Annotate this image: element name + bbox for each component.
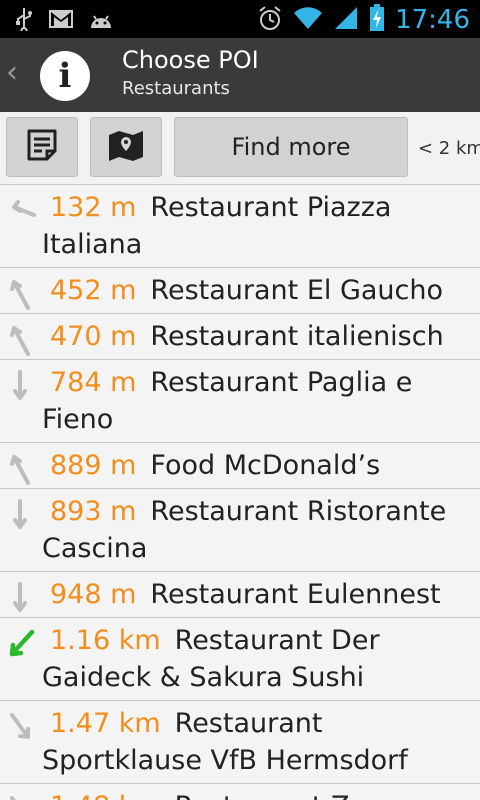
find-more-button[interactable]: Find more (174, 117, 408, 177)
list-item-text: 470 m Restaurant italienisch (0, 314, 480, 359)
list-item[interactable]: 1.48 km Restaurant Zum (0, 784, 480, 800)
wifi-icon (293, 5, 323, 35)
direction-arrow-icon (4, 322, 36, 356)
list-item[interactable]: 452 m Restaurant El Gaucho (0, 268, 480, 314)
info-icon[interactable]: i (40, 51, 90, 101)
list-item-text: 132 m Restaurant Piazza Italiana (0, 185, 480, 267)
list-item[interactable]: 948 m Restaurant Eulennest (0, 572, 480, 618)
poi-distance: 470 m (50, 321, 137, 352)
direction-arrow-icon (4, 497, 36, 531)
poi-distance: 1.48 km (42, 791, 161, 800)
poi-distance: 132 m (50, 192, 137, 223)
list-item[interactable]: 889 m Food McDonald’s (0, 443, 480, 489)
notes-icon (25, 128, 59, 166)
direction-arrow-icon (4, 626, 36, 660)
map-view-button[interactable] (90, 117, 162, 177)
list-item-text: 1.48 km Restaurant Zum (0, 784, 480, 800)
gmail-icon (48, 8, 74, 34)
poi-name: Restaurant Zum (175, 791, 393, 800)
poi-distance: 889 m (50, 450, 137, 481)
poi-distance: 1.16 km (50, 625, 161, 656)
list-item[interactable]: 470 m Restaurant italienisch (0, 314, 480, 360)
list-item[interactable]: 1.16 km Restaurant Der Gaideck & Sakura S… (0, 618, 480, 701)
list-item-text: 784 m Restaurant Paglia e Fieno (0, 360, 480, 442)
android-icon (88, 8, 114, 34)
map-marker-icon (107, 127, 145, 167)
clock: 17:46 (395, 5, 470, 35)
list-item[interactable]: 1.47 km Restaurant Sportklause VfB Hermsd… (0, 701, 480, 784)
direction-arrow-icon (4, 792, 36, 800)
notification-icons (14, 7, 114, 35)
usb-icon (14, 7, 34, 35)
poi-list: 132 m Restaurant Piazza Italiana 452 m Rest… (0, 184, 480, 800)
direction-arrow-icon (4, 276, 36, 310)
list-item-text: 948 m Restaurant Eulennest (0, 572, 480, 617)
list-item-text: 1.47 km Restaurant Sportklause VfB Hermsd… (0, 701, 480, 783)
direction-arrow-icon (4, 451, 36, 485)
list-item-text: 1.16 km Restaurant Der Gaideck & Sakura S… (0, 618, 480, 700)
list-item-text: 452 m Restaurant El Gaucho (0, 268, 480, 313)
direction-arrow-icon (4, 580, 36, 614)
poi-distance: 784 m (50, 367, 137, 398)
toolbar: Find more < 2 km (0, 112, 480, 184)
battery-charging-icon (369, 4, 385, 36)
list-view-button[interactable] (6, 117, 78, 177)
signal-icon (333, 5, 359, 35)
up-chevron-icon[interactable]: ‹ (6, 58, 18, 88)
poi-distance: 452 m (50, 275, 137, 306)
poi-name: Restaurant italienisch (150, 321, 444, 352)
action-bar: ‹ i Choose POI Restaurants (0, 38, 480, 112)
range-label: < 2 km (418, 138, 480, 159)
page-title: Choose POI (122, 46, 259, 74)
list-item-text: 889 m Food McDonald’s (0, 443, 480, 488)
list-item[interactable]: 784 m Restaurant Paglia e Fieno (0, 360, 480, 443)
direction-arrow-icon (4, 193, 36, 227)
page-subtitle: Restaurants (122, 78, 230, 99)
list-item[interactable]: 132 m Restaurant Piazza Italiana (0, 184, 480, 268)
list-item-text: 893 m Restaurant Ristorante Cascina (0, 489, 480, 571)
system-icons: 17:46 (257, 4, 470, 36)
poi-distance: 893 m (50, 496, 137, 527)
poi-distance: 1.47 km (50, 708, 161, 739)
poi-name: Restaurant Eulennest (150, 579, 441, 610)
direction-arrow-icon (4, 368, 36, 402)
poi-distance: 948 m (50, 579, 137, 610)
poi-name: Restaurant El Gaucho (150, 275, 444, 306)
status-bar: 17:46 (0, 0, 480, 38)
poi-name: Food McDonald’s (150, 450, 381, 481)
direction-arrow-icon (4, 709, 36, 743)
list-item[interactable]: 893 m Restaurant Ristorante Cascina (0, 489, 480, 572)
alarm-icon (257, 4, 283, 36)
